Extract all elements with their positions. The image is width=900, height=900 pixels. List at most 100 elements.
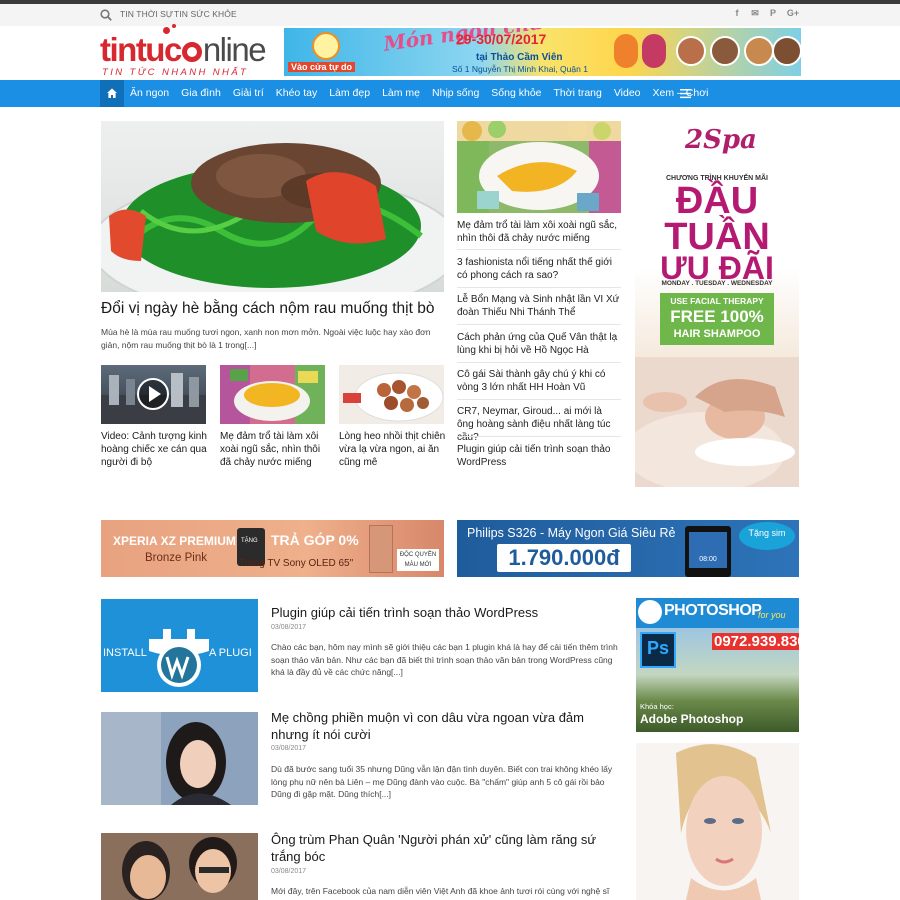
ps-ad-course-label: Khóa học: [640, 702, 674, 711]
photoshop-course-ad[interactable]: PHOTOSHOP for you Ps 0972.939.830 Khóa h… [636, 598, 799, 732]
philips-gift: Tặng sim [748, 528, 786, 538]
ad-food-image [676, 36, 706, 66]
beauty-ad-image[interactable] [636, 743, 799, 900]
nav-item[interactable]: Nhịp sống [426, 80, 485, 107]
ps-logo: Ps [646, 638, 670, 658]
article-excerpt: Chào các bạn, hôm nay mình sẽ giới thiệu… [271, 642, 618, 677]
sony-offer: TRẢ GÓP 0% [271, 532, 359, 548]
ad-date: 29-30/07/2017 [456, 31, 547, 47]
philips-screen-time: 08:00 [699, 556, 717, 563]
small-card-image[interactable] [101, 365, 206, 424]
top-link-thoi-su[interactable]: TIN THỜI SỰ [120, 9, 173, 19]
article-date: 03/08/2017 [271, 745, 307, 752]
article-thumbnail[interactable] [101, 833, 258, 900]
ad-address: Số 1 Nguyễn Thị Minh Khai, Quận 1 [452, 64, 588, 74]
nav-item[interactable]: Video [608, 80, 647, 107]
small-card-title[interactable]: Lòng heo nhồi thịt chiên vừa lạ vừa ngon… [339, 430, 447, 469]
side-list-item[interactable]: 3 fashionista nổi tiếng nhất thế giới có… [457, 256, 621, 282]
article-title[interactable]: Ông trùm Phan Quân 'Người phán xử' cũng … [271, 831, 611, 865]
spa-brand: 2Spa [685, 125, 757, 155]
spa-headline-1: ĐẦU [675, 180, 759, 222]
pinterest-icon[interactable]: P [768, 8, 778, 19]
spa-promo-ad[interactable]: 2Spa CHƯƠNG TRÌNH KHUYẾN MÃI ĐẦU TUẦN ƯU… [635, 121, 799, 487]
ad-mascot-badge [312, 32, 340, 60]
spa-offer-1: USE FACIAL THERAPY [670, 296, 764, 306]
side-list-item[interactable]: Cô gái Sài thành gây chú ý khi có vòng 3… [457, 368, 621, 394]
nav-item[interactable]: Thời trang [548, 80, 608, 107]
philips-model: Philips S326 - Máy Ngon Giá Siêu Rẻ [467, 526, 676, 540]
spa-headline-3: ƯU ĐÃI [660, 250, 774, 286]
small-card-title[interactable]: Video: Cảnh tượng kinh hoàng chiếc xe cá… [101, 430, 209, 469]
divider [457, 362, 621, 363]
article-thumbnail[interactable] [101, 712, 258, 805]
top-bar: TIN THỜI SỰ TIN SỨC KHỎE f ✉ P G+ [0, 4, 900, 26]
hamburger-menu-icon[interactable] [680, 88, 691, 99]
divider [457, 436, 621, 437]
logo-dot [172, 24, 176, 28]
facebook-icon[interactable]: f [732, 8, 742, 19]
nav-item[interactable]: Sống khỏe [485, 80, 547, 107]
spa-offer-3: HAIR SHAMPOO [673, 328, 761, 340]
ps-ad-course: Adobe Photoshop [640, 712, 744, 726]
side-list-item[interactable]: Cách phản ứng của Quế Vân thật lạ lùng k… [457, 331, 621, 357]
nav-item[interactable]: Làm đẹp [323, 80, 376, 107]
ad-place: tại Thảo Cầm Viên [476, 52, 563, 63]
featured-title[interactable]: Đổi vị ngày hè bằng cách nộm rau muống t… [101, 299, 444, 318]
side-list-item[interactable]: Lễ Bổn Mạng và Sinh nhật lần VI Xứ đoàn … [457, 293, 621, 319]
main-nav: Ăn ngon Gia đình Giải trí Khéo tay Làm đẹp Là… [0, 80, 900, 107]
ad-entry-label: Vào cửa tự do [288, 62, 356, 72]
sony-model: XPERIA XZ PREMIUM [113, 534, 236, 548]
article-excerpt: Dù đã bước sang tuổi 35 nhưng Dũng vẫn l… [271, 764, 613, 799]
nav-home[interactable] [100, 80, 124, 107]
spa-model-image [635, 357, 799, 487]
nav-item[interactable]: Khéo tay [270, 80, 323, 107]
ad-drink-image [614, 34, 638, 68]
mail-icon[interactable]: ✉ [750, 8, 760, 19]
google-plus-icon[interactable]: G+ [786, 8, 800, 19]
thumb-text: A PLUGI [209, 647, 252, 659]
ps-ad-tagline: for you [758, 610, 786, 620]
small-card-image[interactable] [220, 365, 325, 424]
ps-ad-title: PHOTOSHOP [664, 602, 762, 619]
article-thumbnail[interactable]: INSTALL A PLUGI [101, 599, 258, 692]
nav-item[interactable]: Ăn ngon [124, 80, 175, 107]
nav-item[interactable]: Giải trí [227, 80, 270, 107]
nav-item[interactable]: Làm mẹ [376, 80, 426, 107]
philips-promo-banner[interactable]: Philips S326 - Máy Ngon Giá Siêu Rẻ 1.79… [457, 520, 799, 577]
sony-promo-banner[interactable]: XPERIA XZ PREMIUM Bronze Pink TẶNG TRẢ G… [101, 520, 444, 577]
article-title[interactable]: Plugin giúp cải tiến trình soạn thảo Wor… [271, 604, 631, 621]
top-link-suc-khoe[interactable]: TIN SỨC KHỎE [174, 9, 237, 19]
thumb-text: INSTALL [103, 647, 147, 659]
side-top-image[interactable] [457, 121, 621, 213]
article-date: 03/08/2017 [271, 868, 307, 875]
featured-excerpt: Mùa hè là mùa rau muống tươi ngon, xanh … [101, 327, 431, 350]
nav-menu: Ăn ngon Gia đình Giải trí Khéo tay Làm đẹp Là… [124, 80, 714, 107]
article-date: 03/08/2017 [271, 624, 307, 631]
divider [457, 249, 621, 250]
ad-food-image [744, 36, 774, 66]
featured-image[interactable] [101, 121, 444, 292]
article-title[interactable]: Mẹ chồng phiền muộn vì con dâu vừa ngoan… [271, 709, 601, 743]
ad-food-image [710, 36, 740, 66]
search-icon[interactable] [100, 9, 112, 21]
ad-drink-image [642, 34, 666, 68]
home-icon [107, 88, 117, 98]
logo-wordmark: tintuc nline [100, 31, 267, 68]
philips-price: 1.790.000đ [508, 545, 620, 570]
sony-gift-tag: TẶNG [241, 538, 258, 544]
spa-days: MONDAY . TUESDAY . WEDNESDAY [661, 280, 773, 287]
side-list-item[interactable]: CR7, Neymar, Giroud... ai mới là ông hoà… [457, 405, 621, 444]
divider [457, 287, 621, 288]
article-excerpt: Mới đây, trên Facebook của nam diễn viên… [271, 886, 610, 896]
ad-food-image [772, 36, 801, 66]
nav-item[interactable]: Gia đình [175, 80, 227, 107]
logo-dot [163, 27, 170, 34]
site-logo[interactable]: tintuc nline TIN TỨC NHANH NHẤT [100, 24, 270, 78]
divider [457, 324, 621, 325]
side-top-title[interactable]: Mẹ đảm trổ tài làm xôi xoài ngũ sắc, nhì… [457, 219, 621, 245]
small-card-image[interactable] [339, 365, 444, 424]
small-card-title[interactable]: Mẹ đảm trổ tài làm xôi xoài ngũ sắc, nhì… [220, 430, 328, 469]
side-list-item[interactable]: Plugin giúp cải tiến trình soạn thảo Wor… [457, 443, 621, 469]
top-banner-ad[interactable]: Vào cửa tự do Món ngon chào hè 29-30/07/… [284, 28, 801, 76]
divider [457, 399, 621, 400]
